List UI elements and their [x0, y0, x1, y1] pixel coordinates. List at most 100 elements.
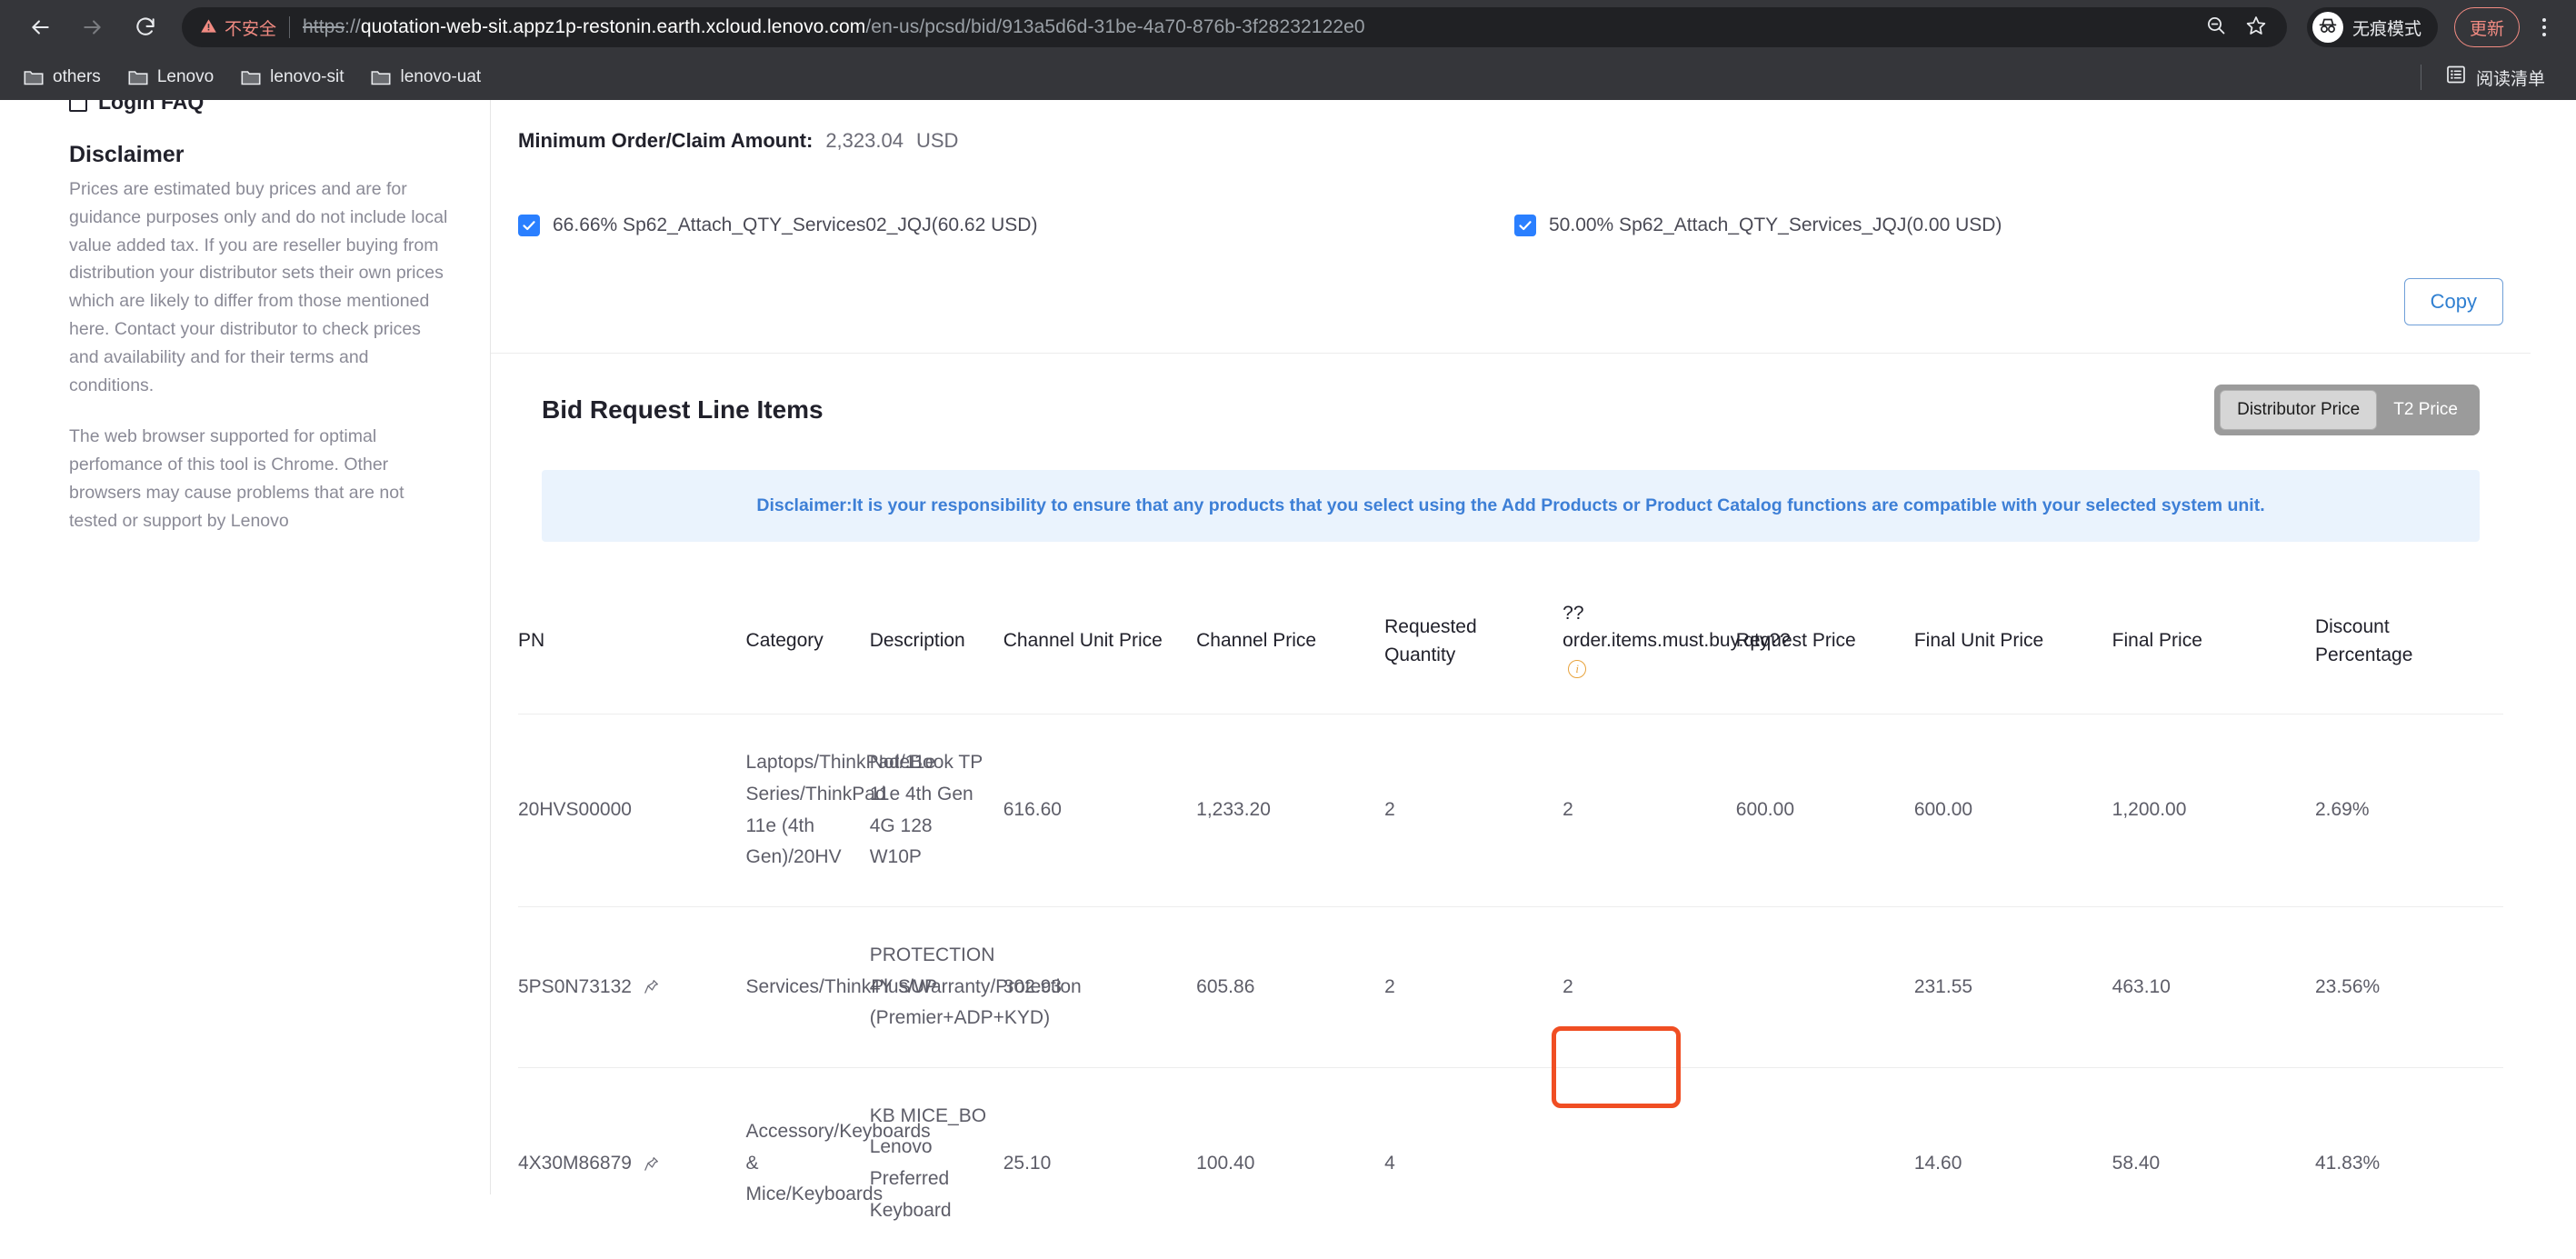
update-button[interactable]: 更新	[2453, 7, 2520, 47]
main-content: Minimum Order/Claim Amount: 2,323.04 USD…	[491, 100, 2576, 1259]
folder-icon	[24, 69, 44, 85]
column-header-request-price[interactable]: Request Price	[1735, 569, 1914, 715]
checkbox-checked-icon[interactable]	[518, 215, 540, 236]
toggle-distributor-price[interactable]: Distributor Price	[2220, 390, 2378, 430]
browser-menu-button[interactable]	[2529, 7, 2560, 47]
cell-pn: 4X30M86879	[518, 1066, 746, 1259]
attach-option-2[interactable]: 50.00% Sp62_Attach_QTY_Services_JQJ(0.00…	[1514, 215, 2002, 236]
cell-requested-quantity: 2	[1384, 905, 1563, 1068]
pin-icon[interactable]	[643, 1155, 660, 1173]
attach-option-1[interactable]: 66.66% Sp62_Attach_QTY_Services02_JQJ(60…	[518, 215, 1514, 236]
kebab-menu-icon	[2542, 18, 2546, 22]
column-header-channel-unit-price[interactable]: Channel Unit Price	[1003, 569, 1197, 715]
reading-list-icon	[2445, 64, 2467, 91]
info-icon[interactable]: i	[1568, 660, 1587, 679]
column-header-discount-percentage[interactable]: Discount Percentage	[2314, 569, 2503, 715]
attach-option-label: 50.00% Sp62_Attach_QTY_Services_JQJ(0.00…	[1549, 215, 2002, 235]
cell-request-price[interactable]	[1735, 905, 1914, 1068]
cell-pn-text: 4X30M86879	[518, 1152, 632, 1174]
bookmark-folder-lenovo-sit[interactable]: lenovo-sit	[230, 62, 354, 93]
disclaimer-paragraph-1: Prices are estimated buy prices and are …	[69, 179, 448, 395]
document-icon	[69, 100, 87, 112]
folder-icon	[371, 69, 391, 85]
browser-toolbar: 不安全 https://quotation-web-sit.appz1p-res…	[0, 0, 2576, 55]
url-text: https://quotation-web-sit.appz1p-restoni…	[303, 16, 1365, 38]
cell-final-price: 1,200.00	[2112, 714, 2315, 907]
cell-request-price[interactable]	[1735, 1066, 1914, 1259]
cell-pn-text: 20HVS00000	[518, 799, 632, 821]
forward-arrow-icon	[81, 15, 105, 39]
back-button[interactable]	[16, 4, 64, 51]
cell-final-price: 463.10	[2112, 905, 2315, 1068]
back-arrow-icon	[28, 15, 52, 39]
sidebar-item-label: Login FAQ	[98, 100, 205, 114]
cell-final-unit-price: 231.55	[1913, 905, 2112, 1068]
toggle-t2-price[interactable]: T2 Price	[2377, 391, 2474, 429]
minimum-order-value: 2,323.04	[825, 129, 904, 152]
cell-discount-percentage: 2.69%	[2314, 714, 2503, 907]
left-sidebar: Login FAQ Disclaimer Prices are estimate…	[0, 100, 491, 1194]
disclaimer-paragraph-2: The web browser supported for optimal pe…	[69, 426, 404, 531]
attach-options-row: 66.66% Sp62_Attach_QTY_Services02_JQJ(60…	[491, 153, 2531, 236]
bookmark-folder-others[interactable]: others	[13, 62, 112, 93]
column-header-channel-price[interactable]: Channel Price	[1196, 569, 1385, 715]
reading-list-button[interactable]: 阅读清单	[2434, 58, 2556, 96]
cell-must-buy-qty	[1563, 1066, 1736, 1259]
column-header-final-price[interactable]: Final Price	[2112, 569, 2315, 715]
sidebar-item-login-faq[interactable]: Login FAQ	[69, 100, 450, 115]
cell-discount-percentage: 41.83%	[2314, 1066, 2503, 1259]
forward-button[interactable]	[69, 4, 116, 51]
minimum-order-label: Minimum Order/Claim Amount:	[518, 129, 814, 152]
bookmark-label: Lenovo	[156, 67, 215, 86]
column-header-category[interactable]: Category	[745, 569, 870, 715]
reload-icon	[134, 15, 157, 39]
cell-description: NoteBook TP 11e 4th Gen 4G 128 W10P	[869, 714, 1003, 907]
incognito-icon	[2317, 15, 2339, 41]
cell-requested-quantity: 4	[1384, 1066, 1563, 1259]
checkbox-checked-icon[interactable]	[1514, 215, 1536, 236]
bookmark-folder-lenovo-uat[interactable]: lenovo-uat	[360, 62, 492, 93]
security-warning-text: 不安全	[225, 19, 277, 39]
page-body: Login FAQ Disclaimer Prices are estimate…	[0, 100, 2576, 1259]
minimum-order-currency: USD	[915, 129, 959, 152]
column-header-final-unit-price[interactable]: Final Unit Price	[1913, 569, 2112, 715]
incognito-avatar	[2311, 12, 2343, 43]
incognito-label: 无痕模式	[2351, 19, 2421, 39]
bookmark-button[interactable]	[2238, 9, 2274, 45]
bookmark-label: lenovo-uat	[400, 67, 482, 86]
bid-request-panel: Bid Request Line Items Distributor Price…	[518, 354, 2503, 1259]
incognito-indicator[interactable]: 无痕模式	[2306, 7, 2438, 47]
minimum-order-row: Minimum Order/Claim Amount: 2,323.04 USD	[491, 100, 2531, 153]
cell-channel-unit-price: 25.10	[1003, 1066, 1197, 1259]
update-label: 更新	[2469, 19, 2504, 39]
column-header-description[interactable]: Description	[869, 569, 1003, 715]
reading-list-label: 阅读清单	[2475, 69, 2545, 89]
price-mode-toggle: Distributor Price T2 Price	[2214, 385, 2480, 435]
zoom-out-button[interactable]	[2198, 9, 2234, 45]
pin-icon[interactable]	[643, 978, 660, 995]
security-warning[interactable]: 不安全	[200, 15, 276, 40]
table-row[interactable]: 4X30M86879 Accessory/Keyboards & Mice/Ke…	[518, 1066, 2503, 1259]
disclaimer-title: Disclaimer	[69, 142, 185, 167]
cell-requested-quantity: 2	[1384, 714, 1563, 907]
folder-icon	[128, 69, 148, 85]
table-row[interactable]: 5PS0N73132 Services/ThinkPlus/Warranty/P…	[518, 905, 2503, 1068]
cell-category: Laptops/ThinkPad/11e Series/ThinkPad 11e…	[745, 714, 935, 907]
cell-category: Services/ThinkPlus/Warranty/Protection	[745, 905, 1082, 1068]
panel-header: Bid Request Line Items Distributor Price…	[518, 354, 2503, 435]
bookmark-folder-lenovo[interactable]: Lenovo	[117, 62, 225, 93]
disclaimer-banner: Disclaimer:It is your responsibility to …	[542, 470, 2480, 542]
address-bar[interactable]: 不安全 https://quotation-web-sit.appz1p-res…	[182, 7, 2287, 47]
column-header-pn[interactable]: PN	[518, 569, 746, 715]
reload-button[interactable]	[122, 4, 169, 51]
table-row[interactable]: 20HVS00000 Laptops/ThinkPad/11e Series/T…	[518, 714, 2503, 907]
column-header-must-buy-qty[interactable]: ?? order.items.must.buy.qty??i	[1563, 569, 1791, 715]
cell-request-price[interactable]: 600.00	[1735, 714, 1914, 907]
cell-channel-price: 605.86	[1196, 905, 1385, 1068]
column-header-requested-quantity[interactable]: Requested Quantity	[1384, 569, 1563, 715]
omnibox-divider	[289, 16, 291, 38]
copy-button[interactable]: Copy	[2403, 278, 2503, 325]
bookmark-label: others	[53, 67, 101, 86]
cell-pn: 5PS0N73132	[518, 905, 746, 1068]
warning-triangle-icon	[200, 17, 217, 37]
